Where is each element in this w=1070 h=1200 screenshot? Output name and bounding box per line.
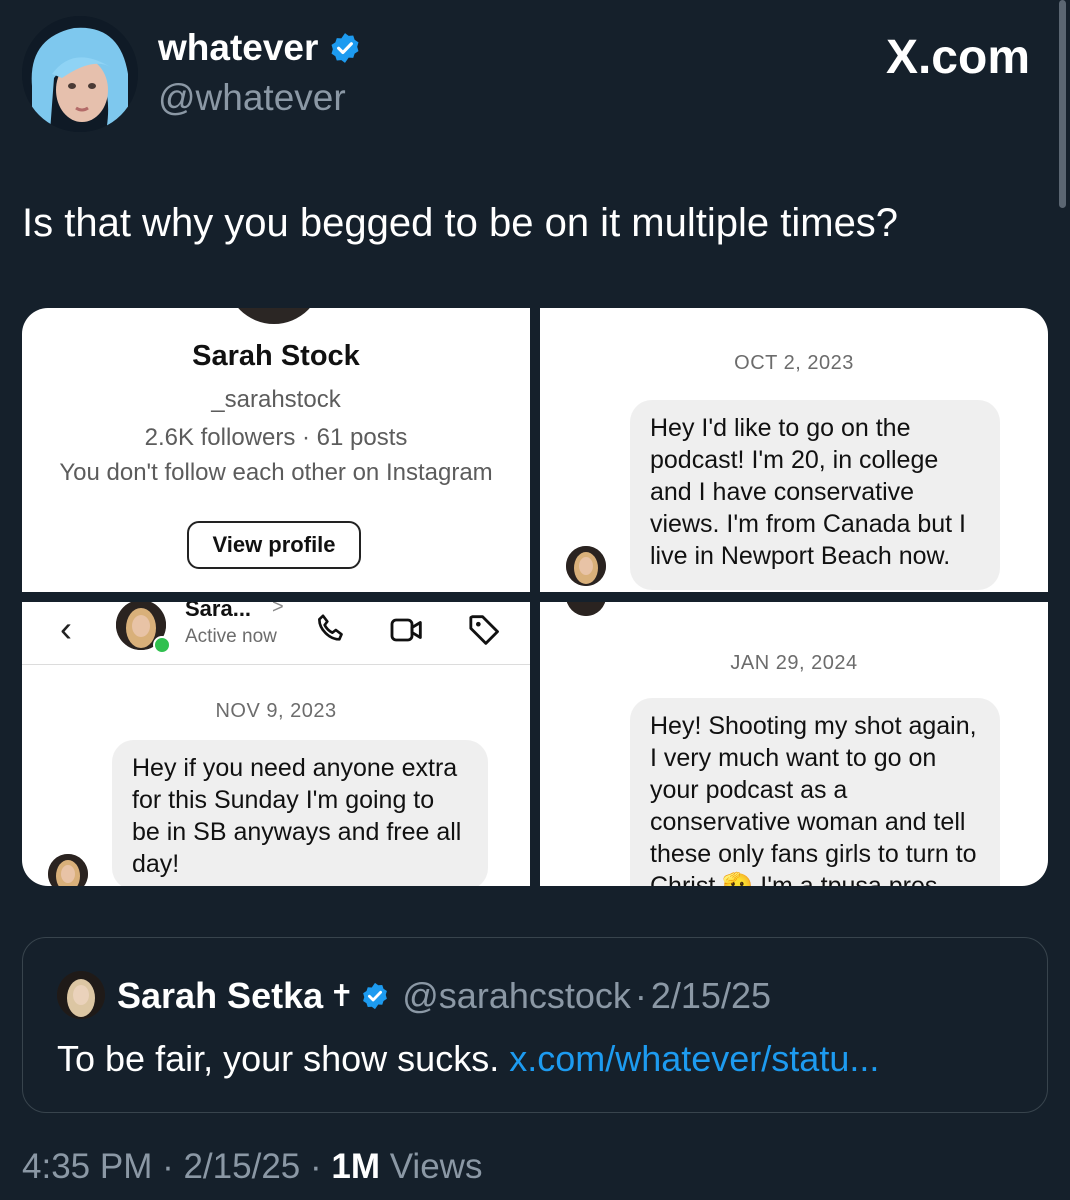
- video-call-icon[interactable]: [387, 610, 427, 650]
- quoted-link[interactable]: x.com/whatever/statu...: [509, 1038, 879, 1079]
- quoted-tweet[interactable]: Sarah Setka ✝ @sarahcstock · 2/15/25 To …: [22, 937, 1048, 1113]
- dot-separator: ·: [634, 975, 647, 1016]
- quoted-author-row[interactable]: Sarah Setka ✝ @sarahcstock · 2/15/25: [117, 972, 771, 1020]
- chat-contact-name[interactable]: Sara...: [185, 602, 251, 622]
- dm-message-bubble: Hey if you need anyone extra for this Su…: [112, 740, 488, 886]
- sender-avatar: [48, 854, 88, 886]
- quoted-text: To be fair, your show sucks. x.com/whate…: [57, 1036, 879, 1082]
- meta-separator: ·: [152, 1147, 184, 1186]
- profile-photo-cropped: [226, 308, 322, 324]
- chevron-right-icon[interactable]: >: [272, 602, 284, 619]
- tweet-date[interactable]: 2/15/25: [183, 1147, 300, 1186]
- dm-message-bubble: Hey I'd like to go on the podcast! I'm 2…: [630, 400, 1000, 590]
- view-profile-button[interactable]: View profile: [187, 521, 361, 569]
- profile-follow-status: You don't follow each other on Instagram: [59, 459, 493, 486]
- x-logo: X.com: [885, 31, 1030, 84]
- media-image-profile[interactable]: Sarah Stock _sarahstock 2.6K followers ·…: [22, 308, 530, 592]
- tweet-page: whatever @whatever X.com Is that why you…: [0, 0, 1070, 1200]
- quoted-display-name[interactable]: Sarah Setka: [117, 975, 323, 1017]
- views-label[interactable]: Views: [380, 1147, 483, 1186]
- cross-emoji: ✝: [329, 979, 355, 1013]
- views-count[interactable]: 1M: [331, 1147, 380, 1186]
- author-display-name[interactable]: whatever: [158, 26, 318, 70]
- sender-avatar: [566, 602, 606, 616]
- phone-icon[interactable]: [312, 610, 352, 650]
- tweet-text: Is that why you begged to be on it multi…: [22, 201, 899, 245]
- media-image-dm-nov[interactable]: ‹ Sara... > Active now NOV 9, 2023 Hey i…: [22, 602, 530, 886]
- online-status-dot: [153, 636, 171, 654]
- profile-stats: 2.6K followers · 61 posts: [144, 424, 408, 451]
- profile-username: _sarahstock: [211, 386, 341, 413]
- quoted-date[interactable]: 2/15/25: [651, 975, 771, 1017]
- dm-message-text: Hey if you need anyone extra for this Su…: [132, 754, 462, 878]
- dm-date: NOV 9, 2023: [215, 700, 337, 722]
- profile-name: Sarah Stock: [192, 340, 360, 372]
- media-image-dm-jan[interactable]: JAN 29, 2024 Hey! Shooting my shot again…: [540, 602, 1048, 886]
- tweet-time[interactable]: 4:35 PM: [22, 1147, 152, 1186]
- author-name-row[interactable]: whatever: [158, 26, 362, 70]
- media-image-dm-oct[interactable]: OCT 2, 2023 Hey I'd like to go on the po…: [540, 308, 1048, 592]
- chat-header: ‹ Sara... > Active now: [22, 602, 530, 665]
- dm-date: OCT 2, 2023: [734, 352, 854, 374]
- quoted-text-body: To be fair, your show sucks.: [57, 1038, 510, 1079]
- media-grid[interactable]: Sarah Stock _sarahstock 2.6K followers ·…: [22, 308, 1048, 886]
- verified-badge-icon: [363, 982, 388, 1010]
- tweet-meta: 4:35 PM · 2/15/25 · 1M Views: [22, 1144, 482, 1190]
- back-arrow-icon[interactable]: ‹: [60, 608, 72, 650]
- tag-icon[interactable]: [465, 610, 505, 650]
- author-handle[interactable]: @whatever: [158, 76, 346, 120]
- verified-badge-icon: [331, 33, 359, 63]
- sender-avatar: [566, 546, 606, 586]
- dm-date: JAN 29, 2024: [730, 652, 858, 674]
- quoted-author-avatar[interactable]: [57, 971, 105, 1019]
- dm-message-text: Hey! Shooting my shot again, I very much…: [650, 712, 977, 886]
- dm-message-text: Hey I'd like to go on the podcast! I'm 2…: [650, 414, 967, 570]
- quoted-handle[interactable]: @sarahcstock: [402, 975, 631, 1017]
- meta-separator: ·: [300, 1147, 332, 1186]
- chat-contact-status: Active now: [185, 626, 277, 647]
- author-avatar[interactable]: [22, 16, 138, 132]
- scrollbar[interactable]: [1059, 0, 1066, 208]
- dm-message-bubble: Hey! Shooting my shot again, I very much…: [630, 698, 1000, 886]
